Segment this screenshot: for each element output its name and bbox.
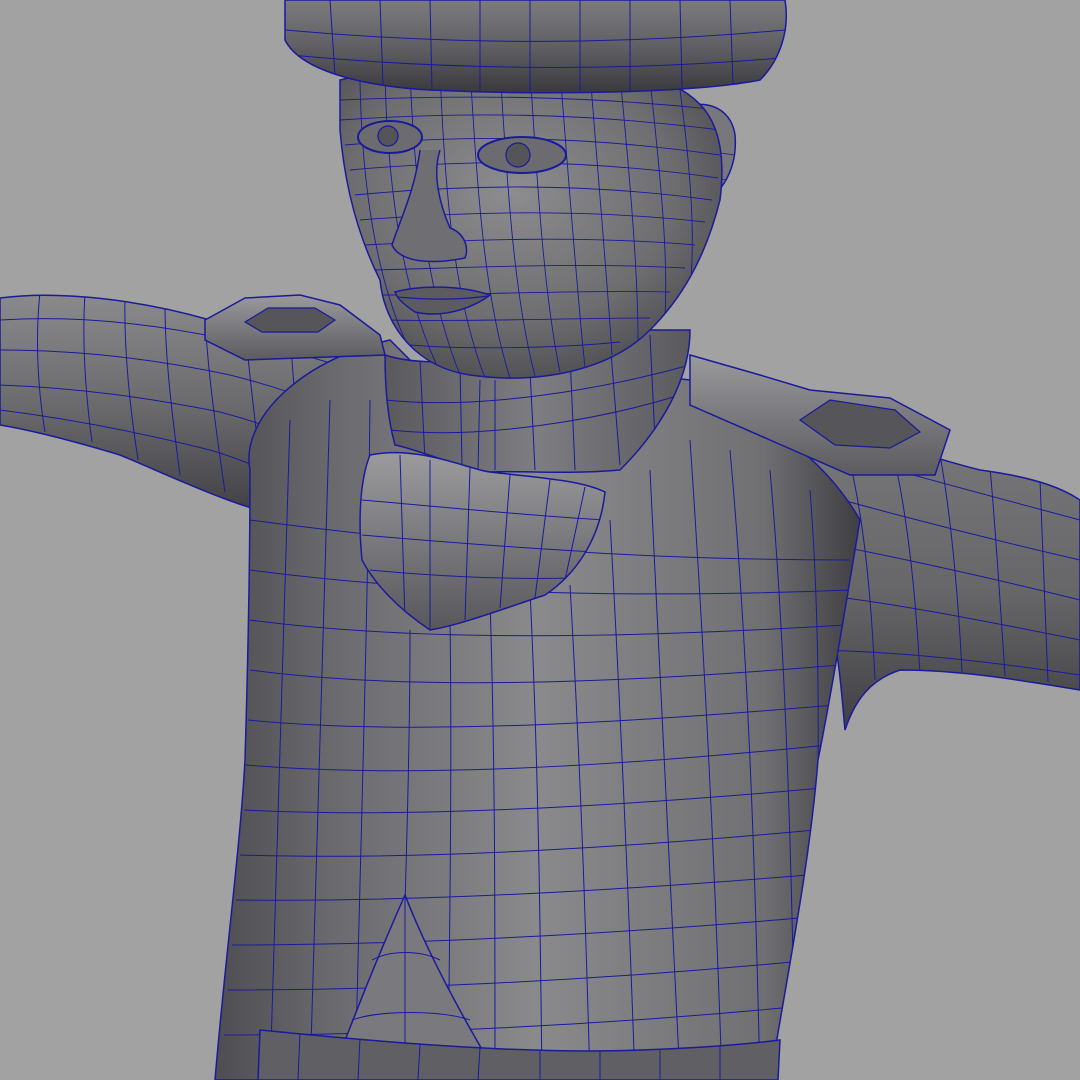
hat[interactable] [284,0,787,94]
viewport-canvas[interactable] [0,0,1080,1080]
3d-viewport[interactable] [0,0,1080,1080]
left-epaulette[interactable] [204,294,386,361]
